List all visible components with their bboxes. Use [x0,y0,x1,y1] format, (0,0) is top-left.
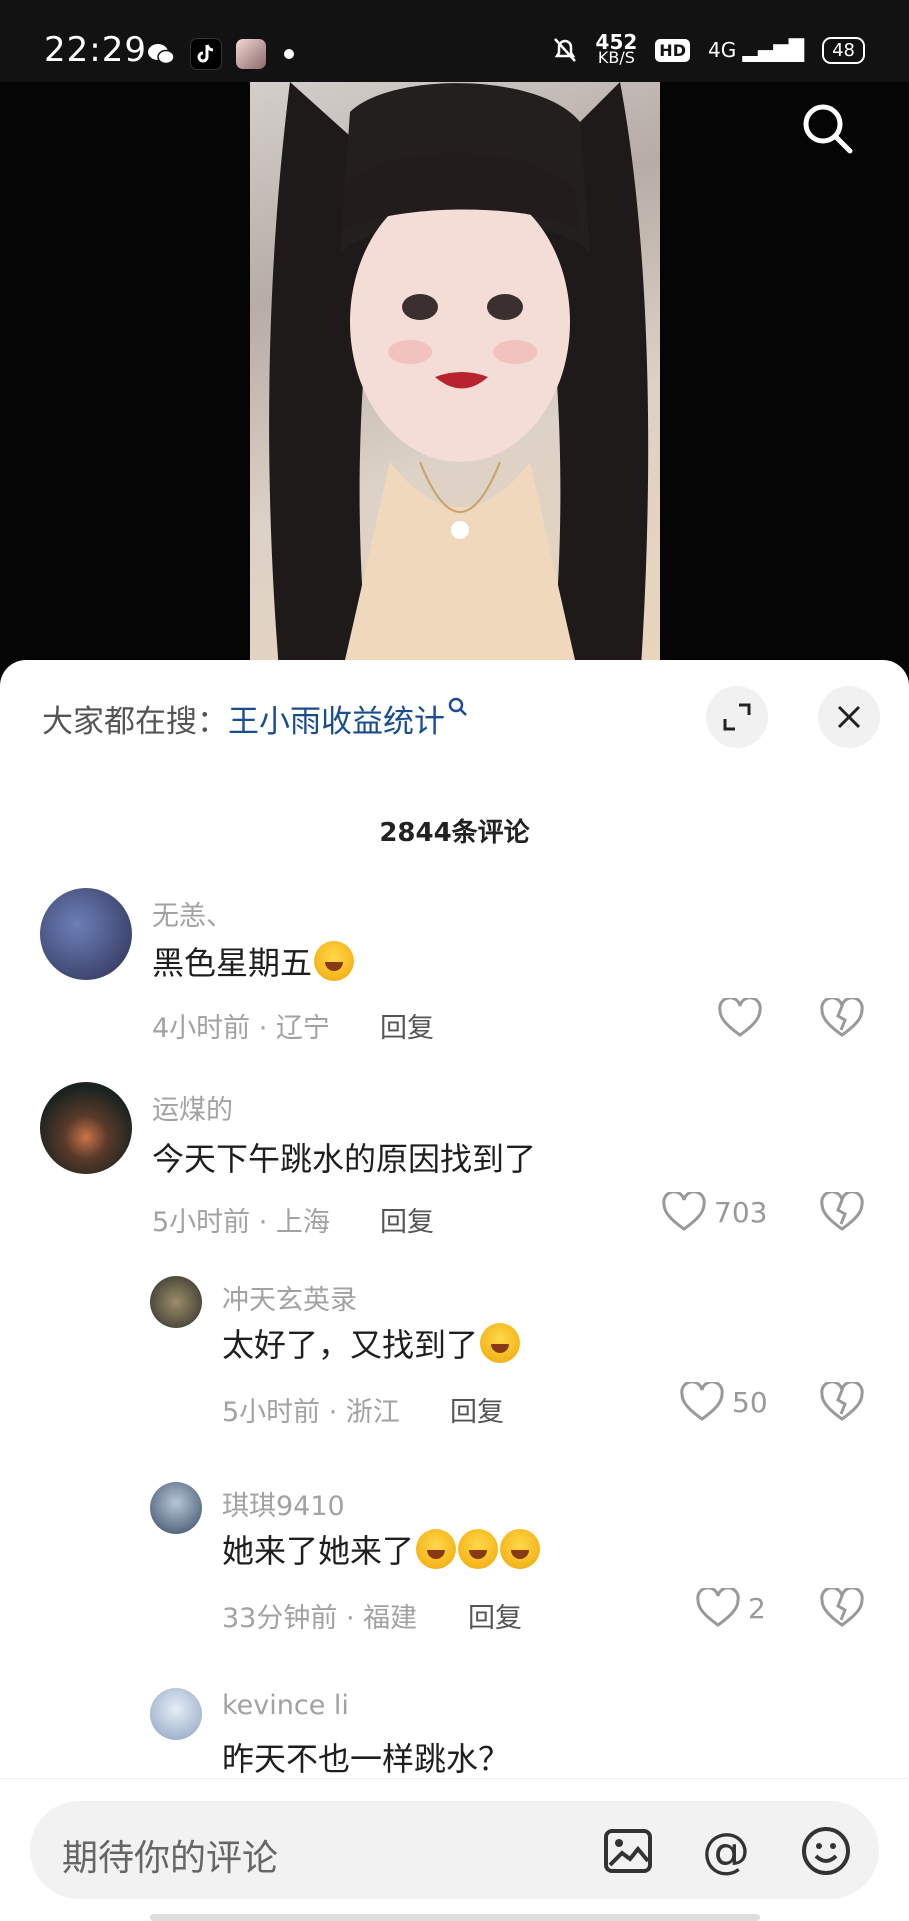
app-avatar-icon [236,39,266,69]
like-button[interactable]: 703 [662,1192,767,1232]
like-button[interactable]: 50 [680,1382,768,1422]
broken-heart-icon [820,1380,864,1421]
avatar[interactable] [150,1688,202,1740]
signal-icon: 4G ▂▄▆█ [707,38,805,62]
more-notifications-dot [284,49,294,59]
status-time: 22:29 [44,30,147,70]
comment-username[interactable]: 琪琪9410 [222,1484,345,1523]
hot-search-banner[interactable]: 大家都在搜：王小雨收益统计 [42,696,469,741]
comment-username[interactable]: 无恙、 [152,894,233,933]
comment-input[interactable]: 期待你的评论 @ [30,1801,879,1899]
dislike-button[interactable] [820,996,864,1042]
broken-heart-icon [820,1586,864,1627]
tiktok-icon [190,38,222,70]
broken-heart-icon [820,1190,864,1231]
hot-search-link[interactable]: 王小雨收益统计 [228,704,445,740]
comment-username[interactable]: 冲天玄英录 [222,1278,357,1317]
broken-heart-icon [820,996,864,1037]
status-bar: 22:29 452 KB/S HD 4G ▂▄▆█ 48 [0,0,909,82]
comment-meta: 33分钟前 · 福建 [222,1603,418,1634]
hot-search-prefix: 大家都在搜： [42,704,228,740]
comment-username[interactable]: kevince li [222,1690,349,1721]
like-button[interactable] [718,998,762,1038]
video-player[interactable] [0,82,909,682]
close-button[interactable] [818,686,880,748]
comment-input-placeholder: 期待你的评论 [62,1838,279,1879]
comment-text[interactable]: 她来了她来了 [222,1526,541,1572]
comment-username[interactable]: 运煤的 [152,1088,233,1127]
status-notification-icons [146,38,294,70]
like-count: 50 [732,1385,768,1419]
video-frame [250,82,660,682]
avatar[interactable] [150,1276,202,1328]
comment-composer: 期待你的评论 @ [0,1778,909,1921]
emoji-icon[interactable] [800,1825,852,1877]
at-icon[interactable]: @ [700,1825,752,1877]
network-speed: 452 KB/S [595,30,638,67]
search-icon [803,104,853,154]
dislike-button[interactable] [820,1190,864,1236]
laughing-crying-emoji-icon [458,1529,499,1569]
expand-icon [723,703,751,731]
heart-icon [718,998,762,1037]
comment-meta: 5小时前 · 浙江 [222,1397,400,1428]
image-icon[interactable] [602,1825,654,1877]
reply-button[interactable]: 回复 [380,1200,434,1239]
dislike-button[interactable] [820,1586,864,1632]
status-system-icons: 452 KB/S HD 4G ▂▄▆█ 48 [552,30,865,67]
hd-icon: HD [655,38,690,62]
expand-button[interactable] [706,686,768,748]
video-content-image [269,82,649,682]
wechat-icon [146,39,176,69]
comment-text[interactable]: 太好了，又找到了 [222,1320,521,1366]
search-button[interactable] [797,98,857,158]
heart-icon [696,1588,740,1627]
like-button[interactable]: 2 [696,1588,766,1628]
avatar[interactable] [40,1082,132,1174]
comment-text[interactable]: 黑色星期五 [152,938,355,984]
like-count: 2 [748,1591,766,1625]
laughing-crying-emoji-icon [500,1529,541,1569]
comment-sheet: 大家都在搜：王小雨收益统计 2844条评论 无恙、 黑色星期五 4小时前 · 辽… [0,660,909,1920]
dislike-button[interactable] [820,1380,864,1426]
comment-meta: 4小时前 · 辽宁 [152,1013,330,1044]
crying-emoji-icon [314,941,355,981]
laughing-crying-emoji-icon [416,1529,457,1569]
laughing-emoji-icon [480,1323,521,1363]
heart-icon [680,1382,724,1421]
mute-bell-icon [553,38,576,62]
comment-meta: 5小时前 · 上海 [152,1207,330,1238]
comment-text[interactable]: 今天下午跳水的原因找到了 [152,1134,536,1180]
comment-count: 2844条评论 [379,818,530,848]
close-icon [837,705,861,729]
like-count: 703 [714,1195,768,1229]
battery-icon: 48 [822,36,865,64]
reply-button[interactable]: 回复 [450,1390,504,1429]
comment-text[interactable]: 昨天不也一样跳水？ [222,1734,510,1780]
reply-button[interactable]: 回复 [380,1006,434,1045]
reply-button[interactable]: 回复 [468,1596,522,1635]
avatar[interactable] [150,1482,202,1534]
hot-search-icon [448,697,467,716]
avatar[interactable] [40,888,132,980]
heart-icon [662,1192,706,1231]
svg-text:@: @ [702,1825,750,1877]
